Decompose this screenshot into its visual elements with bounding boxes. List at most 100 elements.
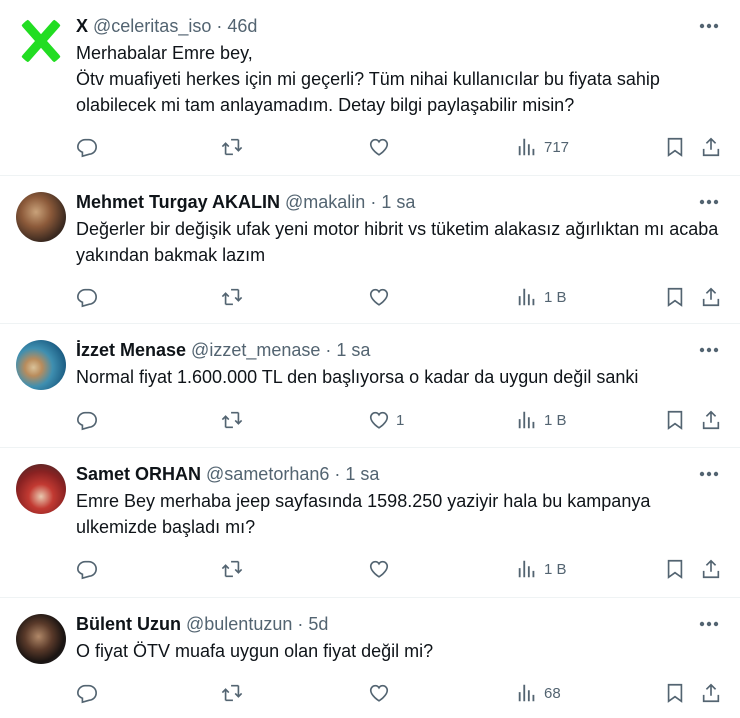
bookmark-icon bbox=[667, 410, 683, 430]
like-button[interactable] bbox=[368, 554, 396, 584]
retweet-icon bbox=[221, 288, 243, 306]
tweet-line: Ötv muafiyeti herkes için mi geçerli? Tü… bbox=[76, 69, 660, 115]
reply-icon bbox=[77, 288, 97, 308]
views-button[interactable]: 1 B bbox=[516, 282, 567, 312]
more-button[interactable] bbox=[694, 462, 724, 486]
view-count: 1 B bbox=[544, 560, 567, 578]
tweet[interactable]: Bülent Uzun @bulentuzun · 5d O fiyat ÖTV… bbox=[0, 598, 740, 718]
views-button[interactable]: 1 B bbox=[516, 405, 567, 435]
bookmark-icon bbox=[667, 559, 683, 579]
tweet[interactable]: X @celeritas_iso · 46d Merhabalar Emre b… bbox=[0, 0, 740, 176]
more-button[interactable] bbox=[694, 14, 724, 38]
separator: · bbox=[325, 339, 332, 360]
author-handle[interactable]: @makalin bbox=[285, 192, 365, 213]
tweet-text: Emre Bey merhaba jeep sayfasında 1598.25… bbox=[76, 488, 724, 540]
view-count: 1 B bbox=[544, 411, 567, 429]
views-button[interactable]: 717 bbox=[516, 132, 569, 162]
timestamp[interactable]: 1 sa bbox=[345, 464, 379, 485]
avatar[interactable] bbox=[16, 192, 66, 242]
bookmark-button[interactable] bbox=[664, 405, 686, 435]
retweet-icon bbox=[221, 684, 243, 702]
like-button[interactable] bbox=[368, 282, 396, 312]
like-count: 1 bbox=[396, 411, 405, 429]
avatar[interactable] bbox=[16, 340, 66, 390]
view-count: 68 bbox=[544, 684, 561, 702]
share-icon bbox=[702, 137, 720, 157]
author-name[interactable]: Bülent Uzun bbox=[76, 614, 181, 635]
bookmark-button[interactable] bbox=[664, 678, 686, 708]
reply-icon bbox=[77, 684, 97, 704]
timestamp[interactable]: 1 sa bbox=[336, 340, 370, 361]
reply-icon bbox=[77, 411, 97, 431]
more-icon bbox=[699, 471, 719, 477]
retweet-button[interactable] bbox=[221, 405, 243, 435]
author-handle[interactable]: @sametorhan6 bbox=[206, 464, 329, 485]
author-handle[interactable]: @bulentuzun bbox=[186, 614, 292, 635]
more-button[interactable] bbox=[694, 190, 724, 214]
author-name[interactable]: İzzet Menase bbox=[76, 340, 186, 361]
tweet-text: Merhabalar Emre bey, Ötv muafiyeti herke… bbox=[76, 40, 724, 118]
reply-button[interactable] bbox=[76, 678, 98, 708]
retweet-button[interactable] bbox=[221, 554, 243, 584]
reply-button[interactable] bbox=[76, 554, 98, 584]
tweet-text: Değerler bir değişik ufak yeni motor hib… bbox=[76, 216, 724, 268]
tweet[interactable]: İzzet Menase @izzet_menase · 1 sa Normal… bbox=[0, 324, 740, 448]
view-count: 1 B bbox=[544, 288, 567, 306]
share-button[interactable] bbox=[700, 282, 722, 312]
retweet-icon bbox=[221, 411, 243, 429]
more-icon bbox=[699, 23, 719, 29]
bookmark-button[interactable] bbox=[664, 554, 686, 584]
action-bar: 1 B bbox=[76, 554, 724, 584]
share-button[interactable] bbox=[700, 678, 722, 708]
retweet-button[interactable] bbox=[221, 282, 243, 312]
author-handle[interactable]: @izzet_menase bbox=[191, 340, 320, 361]
retweet-button[interactable] bbox=[221, 678, 243, 708]
timestamp[interactable]: 1 sa bbox=[381, 192, 415, 213]
like-button[interactable]: 1 bbox=[368, 405, 404, 435]
share-button[interactable] bbox=[700, 554, 722, 584]
views-button[interactable]: 68 bbox=[516, 678, 561, 708]
bookmark-button[interactable] bbox=[664, 282, 686, 312]
retweet-icon bbox=[221, 560, 243, 578]
views-icon bbox=[518, 560, 535, 578]
views-icon bbox=[518, 411, 535, 429]
tweet-line: O fiyat ÖTV muafa uygun olan fiyat değil… bbox=[76, 641, 434, 661]
tweet[interactable]: Samet ORHAN @sametorhan6 · 1 sa Emre Bey… bbox=[0, 448, 740, 598]
action-bar: 1 1 B bbox=[76, 405, 724, 435]
share-icon bbox=[702, 559, 720, 579]
bookmark-icon bbox=[667, 683, 683, 703]
share-button[interactable] bbox=[700, 405, 722, 435]
timestamp[interactable]: 46d bbox=[227, 16, 257, 37]
author-name[interactable]: Mehmet Turgay AKALIN bbox=[76, 192, 280, 213]
tweet-line: Merhabalar Emre bey, bbox=[76, 43, 253, 63]
more-icon bbox=[699, 199, 719, 205]
timestamp[interactable]: 5d bbox=[308, 614, 328, 635]
bookmark-button[interactable] bbox=[664, 132, 686, 162]
separator: · bbox=[297, 613, 304, 634]
share-button[interactable] bbox=[700, 132, 722, 162]
reply-button[interactable] bbox=[76, 282, 98, 312]
more-button[interactable] bbox=[694, 612, 724, 636]
views-button[interactable]: 1 B bbox=[516, 554, 567, 584]
avatar[interactable] bbox=[16, 464, 66, 514]
reply-button[interactable] bbox=[76, 132, 98, 162]
tweet-line: Normal fiyat 1.600.000 TL den başlıyorsa… bbox=[76, 367, 639, 387]
author-handle[interactable]: @celeritas_iso bbox=[93, 16, 211, 37]
like-button[interactable] bbox=[368, 132, 396, 162]
author-name[interactable]: Samet ORHAN bbox=[76, 464, 201, 485]
tweet[interactable]: Mehmet Turgay AKALIN @makalin · 1 sa Değ… bbox=[0, 176, 740, 324]
author-name[interactable]: X bbox=[76, 16, 88, 37]
avatar[interactable] bbox=[16, 614, 66, 664]
heart-icon bbox=[369, 288, 389, 306]
view-count: 717 bbox=[544, 138, 570, 156]
reply-icon bbox=[77, 138, 97, 158]
more-icon bbox=[699, 347, 719, 353]
more-button[interactable] bbox=[694, 338, 724, 362]
reply-button[interactable] bbox=[76, 405, 98, 435]
more-icon bbox=[699, 621, 719, 627]
share-icon bbox=[702, 410, 720, 430]
retweet-button[interactable] bbox=[221, 132, 243, 162]
bookmark-icon bbox=[667, 137, 683, 157]
like-button[interactable] bbox=[368, 678, 396, 708]
avatar[interactable] bbox=[16, 16, 66, 66]
